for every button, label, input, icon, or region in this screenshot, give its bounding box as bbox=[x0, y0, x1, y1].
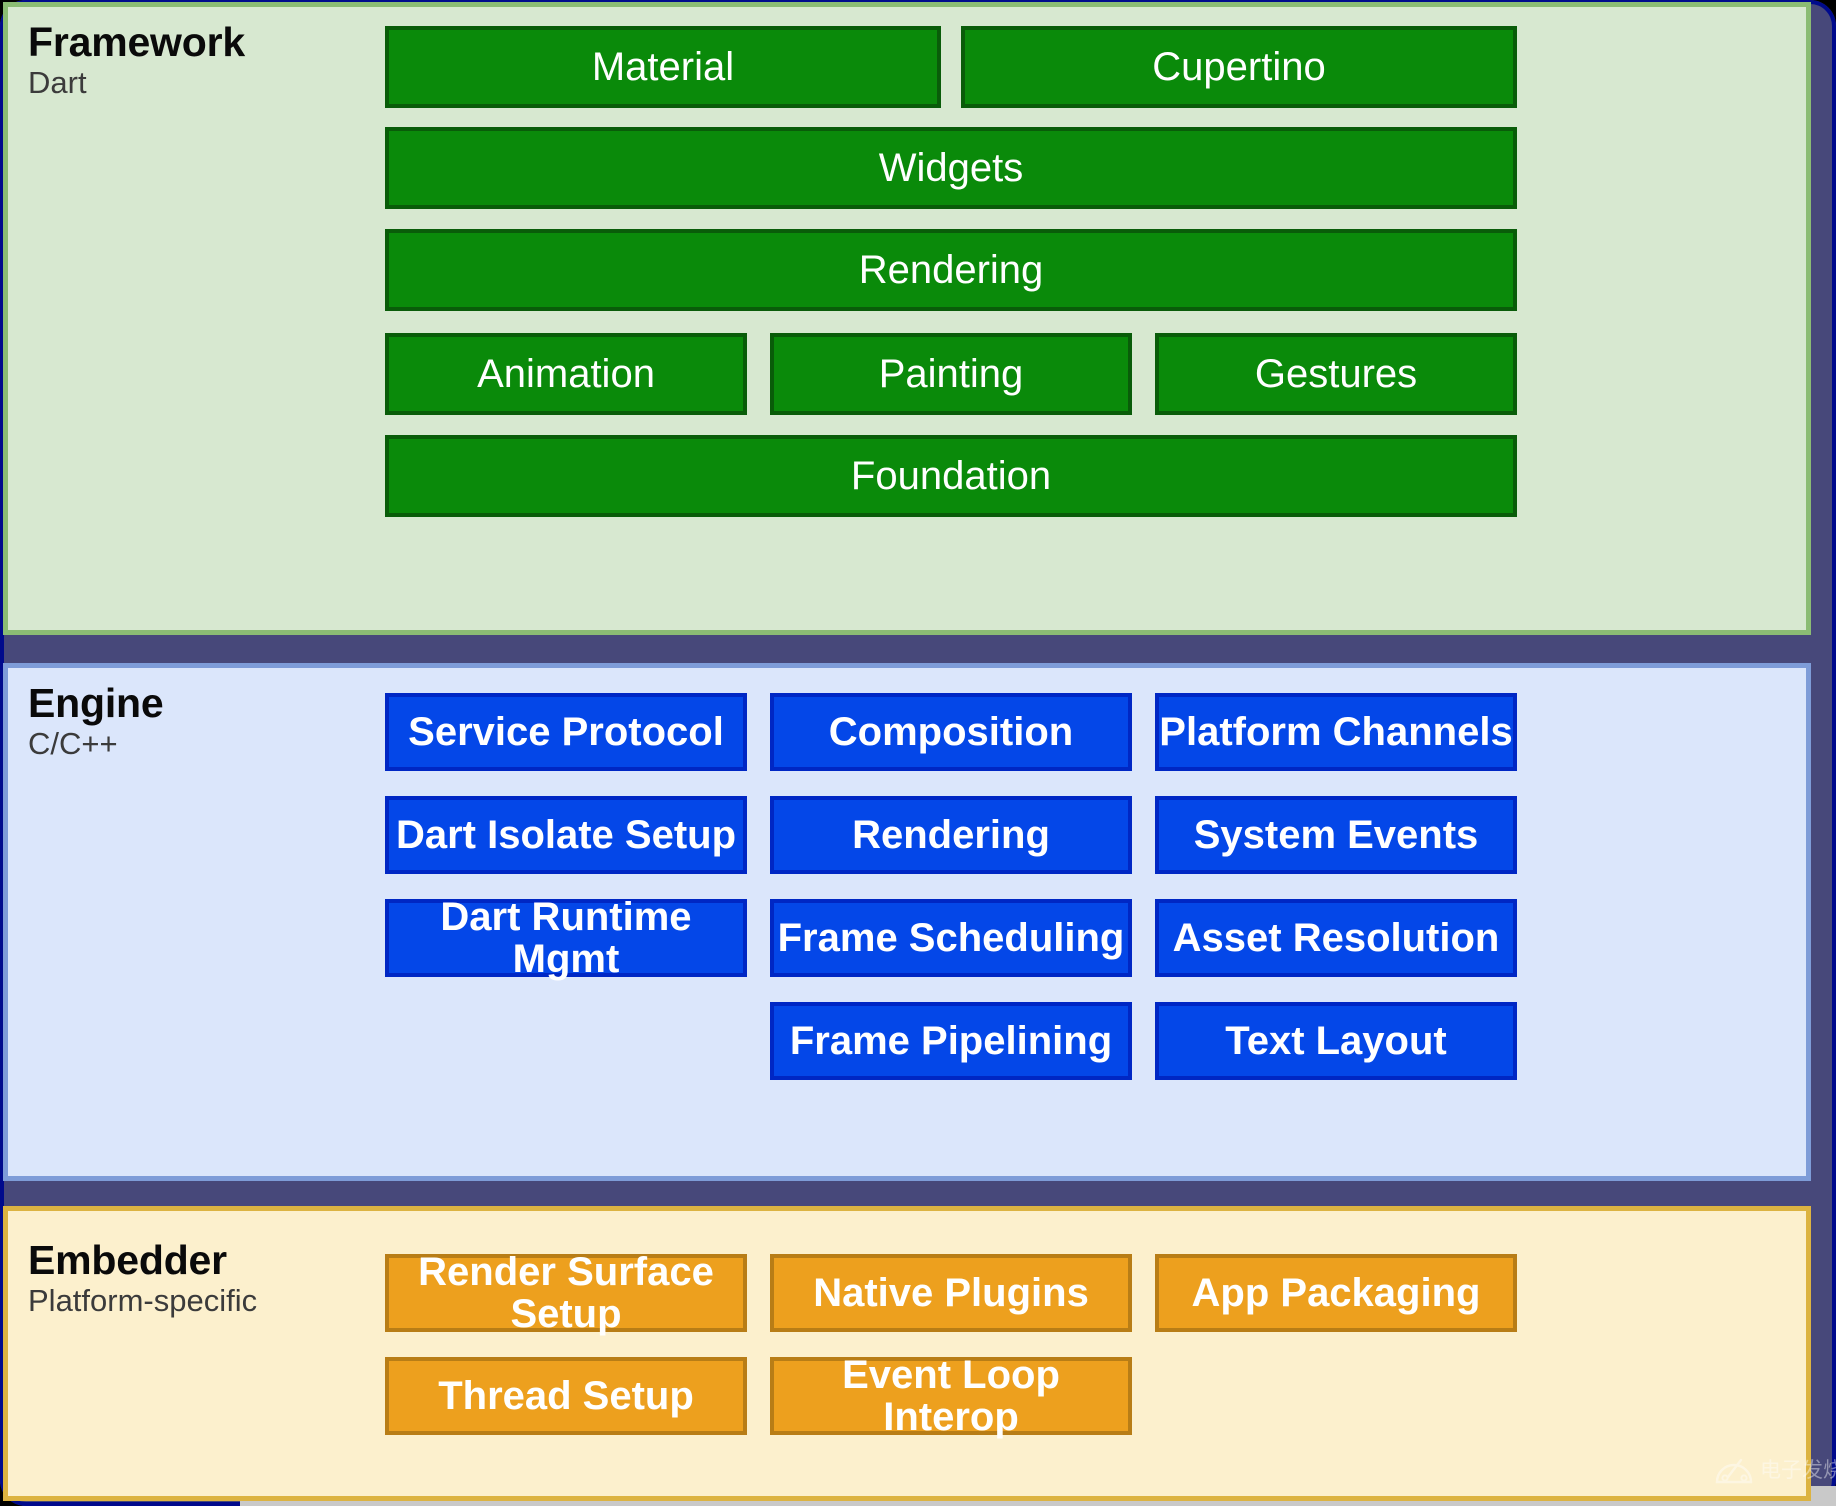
engine-box-text-layout[interactable]: Text Layout bbox=[1155, 1002, 1517, 1080]
engine-box-rendering[interactable]: Rendering bbox=[770, 796, 1132, 874]
framework-box-widgets[interactable]: Widgets bbox=[385, 127, 1517, 209]
engine-box-frame-scheduling[interactable]: Frame Scheduling bbox=[770, 899, 1132, 977]
engine-box-system-events[interactable]: System Events bbox=[1155, 796, 1517, 874]
engine-label-group: Engine C/C++ bbox=[28, 680, 164, 764]
layer-panel-embedder: Embedder Platform-specific Render Surfac… bbox=[3, 1206, 1811, 1501]
layer-panel-engine: Engine C/C++ Service Protocol Dart Isola… bbox=[3, 663, 1811, 1181]
engine-box-asset-resolution[interactable]: Asset Resolution bbox=[1155, 899, 1517, 977]
diagram-canvas: Framework Dart Material Cupertino Widget… bbox=[0, 0, 1836, 1506]
engine-title: Engine bbox=[28, 680, 164, 726]
engine-box-dart-isolate-setup[interactable]: Dart Isolate Setup bbox=[385, 796, 747, 874]
embedder-box-app-packaging[interactable]: App Packaging bbox=[1155, 1254, 1517, 1332]
framework-box-gestures[interactable]: Gestures bbox=[1155, 333, 1517, 415]
embedder-label-group: Embedder Platform-specific bbox=[28, 1237, 258, 1321]
framework-box-material[interactable]: Material bbox=[385, 26, 941, 108]
embedder-box-event-loop-interop[interactable]: Event Loop Interop bbox=[770, 1354, 1132, 1438]
embedder-box-render-surface-setup[interactable]: Render Surface Setup bbox=[385, 1251, 747, 1335]
embedder-box-thread-setup[interactable]: Thread Setup bbox=[385, 1357, 747, 1435]
engine-box-platform-channels[interactable]: Platform Channels bbox=[1155, 693, 1517, 771]
engine-box-composition[interactable]: Composition bbox=[770, 693, 1132, 771]
embedder-subtitle: Platform-specific bbox=[28, 1283, 258, 1319]
framework-title: Framework bbox=[28, 19, 245, 65]
embedder-title: Embedder bbox=[28, 1237, 227, 1283]
framework-box-rendering[interactable]: Rendering bbox=[385, 229, 1517, 311]
framework-box-animation[interactable]: Animation bbox=[385, 333, 747, 415]
framework-box-foundation[interactable]: Foundation bbox=[385, 435, 1517, 517]
embedder-box-native-plugins[interactable]: Native Plugins bbox=[770, 1254, 1132, 1332]
layer-panel-framework: Framework Dart Material Cupertino Widget… bbox=[3, 2, 1811, 635]
framework-label-group: Framework Dart bbox=[28, 19, 245, 103]
framework-box-cupertino[interactable]: Cupertino bbox=[961, 26, 1517, 108]
framework-subtitle: Dart bbox=[28, 65, 87, 101]
engine-subtitle: C/C++ bbox=[28, 726, 118, 762]
engine-box-dart-runtime-mgmt[interactable]: Dart Runtime Mgmt bbox=[385, 896, 747, 980]
engine-box-frame-pipelining[interactable]: Frame Pipelining bbox=[770, 1002, 1132, 1080]
engine-box-service-protocol[interactable]: Service Protocol bbox=[385, 693, 747, 771]
framework-box-painting[interactable]: Painting bbox=[770, 333, 1132, 415]
